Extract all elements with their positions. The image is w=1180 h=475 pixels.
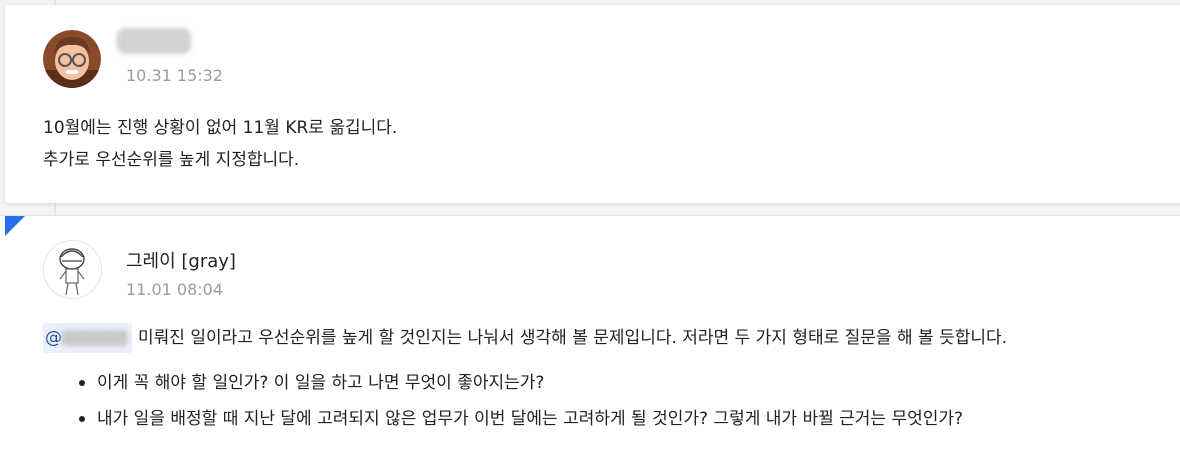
list-item: 이게 꼭 해야 할 일인가? 이 일을 하고 나면 무엇이 좋아지는가? (77, 365, 963, 401)
memoji-avatar-icon[interactable] (43, 30, 101, 88)
bullet-icon (79, 416, 85, 422)
mention-at-sign: @ (45, 328, 62, 348)
mention-name-redacted (62, 330, 128, 346)
comment-body-line-1: 10월에는 진행 상황이 없어 11월 KR로 옮깁니다. (43, 118, 398, 138)
author-name-redacted (117, 28, 191, 54)
comment-timestamp: 11.01 08:04 (126, 280, 223, 299)
list-item-text: 이게 꼭 해야 할 일인가? 이 일을 하고 나면 무엇이 좋아지는가? (97, 373, 545, 393)
comment-timestamp: 10.31 15:32 (126, 66, 223, 85)
bullet-list: 이게 꼭 해야 할 일인가? 이 일을 하고 나면 무엇이 좋아지는가? 내가 … (77, 365, 963, 437)
user-mention[interactable]: @ (43, 323, 132, 353)
comment-body-line-2: 추가로 우선순위를 높게 지정합니다. (43, 150, 300, 170)
unread-marker (5, 216, 25, 236)
list-item: 내가 일을 배정할 때 지난 달에 고려되지 않은 업무가 이번 달에는 고려하… (77, 401, 963, 437)
comment-author[interactable]: 그레이 [gray] (126, 247, 236, 273)
comment-body-paragraph: @ 미뤄진 일이라고 우선순위를 높게 할 것인지는 나눠서 생각해 볼 문제입니… (43, 322, 1007, 354)
paragraph-text: 미뤄진 일이라고 우선순위를 높게 할 것인지는 나눠서 생각해 볼 문제입니다… (138, 328, 1008, 348)
sketch-avatar-icon[interactable] (43, 240, 102, 299)
list-item-text: 내가 일을 배정할 때 지난 달에 고려되지 않은 업무가 이번 달에는 고려하… (97, 409, 964, 429)
bullet-icon (79, 380, 85, 386)
